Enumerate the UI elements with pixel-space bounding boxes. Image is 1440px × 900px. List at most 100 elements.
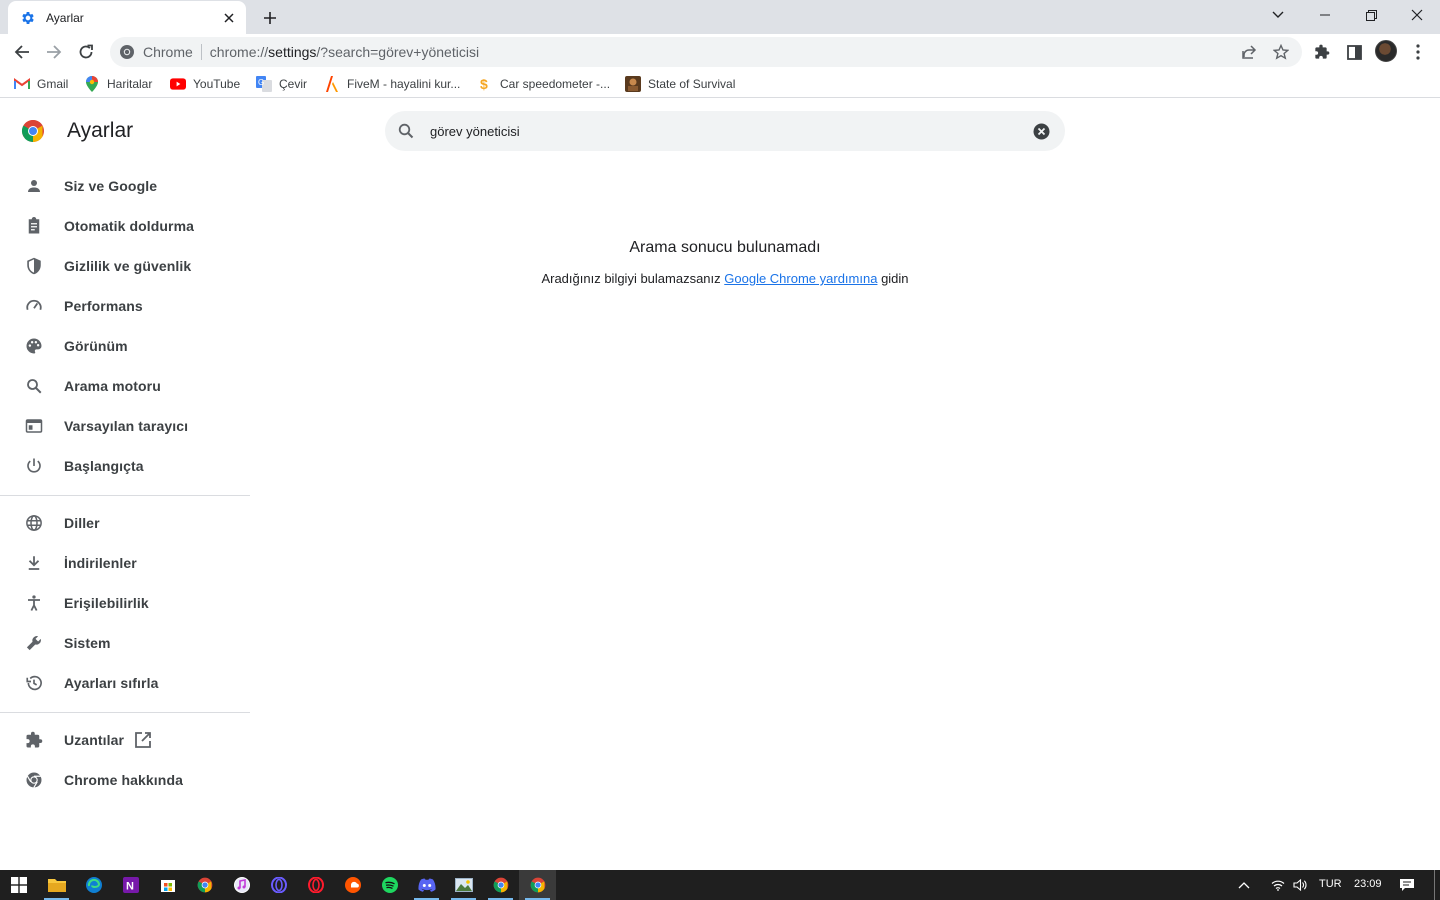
bookmark-fivem[interactable]: FiveM - hayalini kur...: [324, 75, 460, 93]
store-icon: [160, 880, 175, 892]
taskbar-edge[interactable]: [75, 870, 112, 900]
music-icon: [233, 877, 250, 893]
restore-button[interactable]: [1348, 0, 1394, 30]
clear-search-icon[interactable]: [1033, 123, 1050, 140]
tab-settings[interactable]: Ayarlar: [8, 1, 246, 34]
wrench-icon: [24, 633, 44, 653]
sidebar-item-privacy[interactable]: Gizlilik ve güvenlik: [0, 246, 250, 286]
bookmark-maps[interactable]: Haritalar: [84, 75, 152, 93]
clock[interactable]: 23:09: [1354, 878, 1382, 890]
close-window-button[interactable]: [1394, 0, 1440, 30]
sidebar-item-autofill[interactable]: Otomatik doldurma: [0, 206, 250, 246]
palette-icon: [24, 336, 44, 356]
language-indicator[interactable]: TUR: [1319, 878, 1342, 890]
start-button[interactable]: [0, 870, 37, 900]
sidebar-item-extensions[interactable]: Uzantılar: [0, 720, 250, 760]
soundcloud-icon: [344, 877, 361, 893]
fivem-icon: [324, 76, 340, 92]
volume-button[interactable]: [1288, 870, 1312, 900]
new-tab-button[interactable]: [259, 7, 281, 29]
star-icon[interactable]: [1273, 44, 1289, 60]
taskbar-chrome[interactable]: [186, 870, 223, 900]
sidebar-item-downloads[interactable]: İndirilenler: [0, 543, 250, 583]
photos-icon: [454, 878, 473, 892]
menu-button[interactable]: [1404, 38, 1432, 66]
forward-button[interactable]: [40, 38, 68, 66]
taskbar-spotify[interactable]: [371, 870, 408, 900]
taskbar-onenote[interactable]: N: [112, 870, 149, 900]
sidebar-item-accessibility[interactable]: Erişilebilirlik: [0, 583, 250, 623]
translate-icon: G: [256, 76, 272, 92]
taskbar-chrome-active[interactable]: [519, 870, 556, 900]
taskbar-chrome-profile[interactable]: [482, 870, 519, 900]
volume-icon: [1293, 879, 1307, 891]
maps-icon: [84, 76, 100, 92]
sidebar-item-reset-settings[interactable]: Ayarları sıfırla: [0, 663, 250, 703]
tab-search-button[interactable]: [1255, 0, 1301, 30]
puzzle-icon: [1315, 44, 1330, 59]
taskbar-itunes[interactable]: [223, 870, 260, 900]
address-bar[interactable]: Chrome chrome://settings/?search=görev+y…: [110, 37, 1302, 67]
show-desktop-button[interactable]: [1434, 870, 1435, 900]
action-center-button[interactable]: [1394, 870, 1420, 900]
back-button[interactable]: [8, 38, 36, 66]
reload-button[interactable]: [72, 38, 100, 66]
sidebar-item-performance[interactable]: Performans: [0, 286, 250, 326]
youtube-icon: [170, 76, 186, 92]
settings-search-box[interactable]: [385, 111, 1065, 151]
help-text: Aradığınız bilgiyi bulamazsanız Google C…: [541, 271, 909, 286]
sidebar-item-about-chrome[interactable]: Chrome hakkında: [0, 760, 250, 800]
sidebar-item-on-startup[interactable]: Başlangıçta: [0, 446, 250, 486]
profile-avatar[interactable]: [1375, 40, 1397, 62]
sidebar-item-search-engine[interactable]: Arama motoru: [0, 366, 250, 406]
sidebar-item-appearance[interactable]: Görünüm: [0, 326, 250, 366]
bookmark-translate[interactable]: G Çevir: [256, 75, 307, 93]
sidebar-item-default-browser[interactable]: Varsayılan tarayıcı: [0, 406, 250, 446]
taskbar-opera-gx[interactable]: [260, 870, 297, 900]
taskbar-store[interactable]: [149, 870, 186, 900]
windows-taskbar: N TUR 23:09: [0, 870, 1440, 900]
shield-icon: [24, 256, 44, 276]
speedometer-icon: $: [477, 76, 493, 92]
show-hidden-icons-button[interactable]: [1232, 870, 1256, 900]
edge-icon: [85, 877, 102, 893]
download-icon: [24, 553, 44, 573]
chrome-icon: [530, 877, 545, 893]
globe-icon: [24, 513, 44, 533]
network-button[interactable]: [1266, 870, 1290, 900]
wifi-icon: [1271, 880, 1285, 891]
taskbar-discord[interactable]: [408, 870, 445, 900]
taskbar-opera[interactable]: [297, 870, 334, 900]
chevron-down-icon: [1272, 11, 1284, 18]
share-icon[interactable]: [1241, 44, 1257, 60]
close-tab-button[interactable]: [220, 9, 238, 27]
bookmark-state-of-survival[interactable]: State of Survival: [625, 75, 735, 93]
tab-title: Ayarlar: [46, 10, 84, 25]
discord-icon: [417, 878, 436, 892]
bookmark-youtube[interactable]: YouTube: [170, 75, 240, 93]
toolbar: Chrome chrome://settings/?search=görev+y…: [0, 34, 1440, 70]
arrow-left-icon: [14, 45, 29, 59]
plus-icon: [264, 12, 276, 24]
side-panel-icon: [1346, 44, 1362, 60]
bookmark-gmail[interactable]: Gmail: [14, 75, 68, 93]
sidebar-item-system[interactable]: Sistem: [0, 623, 250, 663]
settings-search-input[interactable]: [430, 122, 1010, 140]
extensions-button[interactable]: [1308, 38, 1336, 66]
minimize-button[interactable]: [1302, 0, 1348, 30]
chrome-icon: [197, 877, 212, 893]
taskbar-photos[interactable]: [445, 870, 482, 900]
taskbar-soundcloud[interactable]: [334, 870, 371, 900]
folder-icon: [47, 879, 66, 892]
taskbar-file-explorer[interactable]: [38, 870, 75, 900]
settings-page: Ayarlar Siz ve Google Otomatik doldurma …: [0, 103, 1440, 870]
sidebar-item-languages[interactable]: Diller: [0, 503, 250, 543]
sidebar-item-you-and-google[interactable]: Siz ve Google: [0, 166, 250, 206]
side-panel-button[interactable]: [1340, 38, 1368, 66]
site-chip: Chrome: [143, 44, 193, 60]
bookmark-speedometer[interactable]: $ Car speedometer -...: [477, 75, 610, 93]
chrome-help-link[interactable]: Google Chrome yardımına: [724, 271, 877, 286]
onenote-icon: N: [122, 877, 139, 893]
notification-icon: [1400, 879, 1414, 891]
svg-text:G: G: [258, 78, 264, 87]
